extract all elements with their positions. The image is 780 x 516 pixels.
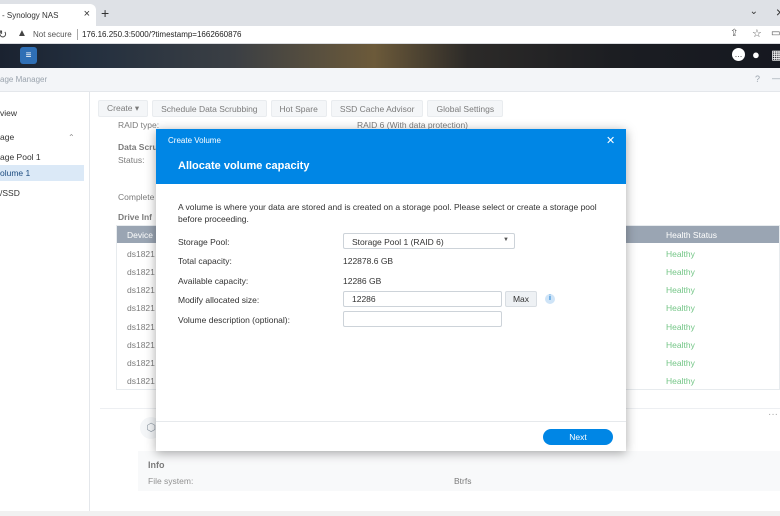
create-volume-dialog: Create Volume ✕ Allocate volume capacity… — [156, 129, 626, 451]
storage-pool-selected: Storage Pool 1 (RAID 6) — [352, 237, 444, 247]
user-icon[interactable]: ● — [752, 47, 760, 62]
app-title: age Manager — [0, 75, 48, 84]
not-secure-label[interactable]: Not secure — [33, 30, 72, 39]
dialog-footer-divider — [156, 421, 626, 422]
bookmark-star-icon[interactable]: ☆ — [752, 27, 762, 40]
next-button[interactable]: Next — [543, 429, 613, 445]
info-icon[interactable]: i — [545, 294, 555, 304]
available-capacity-value: 12286 GB — [343, 276, 382, 286]
storage-pool-select[interactable]: Storage Pool 1 (RAID 6) ▼ — [343, 233, 515, 249]
warning-icon[interactable]: ▲ — [17, 28, 27, 39]
sidebar-item-label: age Pool 1 — [0, 152, 41, 162]
dsm-taskbar: ≡ … ● ▦ — [0, 44, 780, 68]
caret-down-icon: ▼ — [503, 237, 509, 243]
reload-icon[interactable]: ↻ — [0, 28, 7, 41]
horizontal-scrollbar[interactable] — [0, 511, 780, 516]
help-icon[interactable]: ? — [755, 74, 760, 84]
browser-tab[interactable]: - Synology NAS × — [0, 4, 96, 26]
sidebar-item-hdd-ssd[interactable]: /SSD — [0, 185, 84, 201]
allocated-size-input[interactable] — [343, 291, 502, 307]
sidebar-item-label: /SSD — [0, 188, 20, 198]
url-text[interactable]: 176.16.250.3:5000/?timestamp=1662660876 — [82, 30, 241, 39]
modify-size-label: Modify allocated size: — [178, 295, 260, 305]
chevron-up-icon[interactable]: ⌃ — [68, 133, 75, 142]
available-capacity-label: Available capacity: — [178, 276, 249, 286]
sidebar: view age ⌃ age Pool 1 olume 1 /SSD — [0, 92, 90, 516]
new-tab-icon[interactable]: + — [101, 5, 109, 21]
dialog-step-title: Allocate volume capacity — [178, 160, 310, 172]
sidebar-item-storage[interactable]: age ⌃ — [0, 129, 84, 145]
volume-description-input[interactable] — [343, 311, 502, 327]
address-bar: ↻ ▲ Not secure 176.16.250.3:5000/?timest… — [0, 26, 780, 44]
storage-pool-label: Storage Pool: — [178, 237, 230, 247]
total-capacity-value: 122878.6 GB — [343, 256, 394, 266]
volume-description-label: Volume description (optional): — [178, 315, 290, 325]
chevron-down-icon[interactable]: ⌄ — [750, 6, 758, 17]
share-icon[interactable]: ⇪ — [730, 28, 738, 39]
chat-icon[interactable]: … — [732, 48, 745, 61]
dialog-description: A volume is where your data are stored a… — [178, 202, 597, 224]
max-button[interactable]: Max — [505, 291, 537, 307]
tab-close-icon[interactable]: × — [84, 8, 90, 20]
window-close-icon[interactable]: × — [776, 4, 780, 20]
sidebar-item-label: olume 1 — [0, 168, 31, 178]
browser-tab-bar: - Synology NAS × + ⌄ × — [0, 0, 780, 26]
sidebar-item-label: view — [0, 108, 18, 118]
tab-title: - Synology NAS — [2, 10, 59, 20]
dialog-header: Create Volume ✕ Allocate volume capacity — [156, 129, 626, 184]
sidebar-item-label: age — [0, 132, 15, 142]
total-capacity-label: Total capacity: — [178, 256, 232, 266]
side-panel-icon[interactable]: ▭ — [771, 28, 780, 39]
storage-manager-app-icon[interactable]: ≡ — [20, 47, 37, 64]
close-icon[interactable]: ✕ — [606, 134, 615, 147]
app-title-bar: age Manager ? — — [0, 68, 780, 92]
minimize-icon[interactable]: — — [772, 73, 780, 83]
widgets-grid-icon[interactable]: ▦ — [771, 47, 780, 63]
dialog-window-title: Create Volume — [168, 136, 221, 145]
sidebar-item-volume[interactable]: olume 1 — [0, 165, 84, 181]
address-divider — [77, 29, 78, 40]
sidebar-item-overview[interactable]: view — [0, 105, 84, 121]
sidebar-item-storage-pool[interactable]: age Pool 1 — [0, 149, 84, 165]
